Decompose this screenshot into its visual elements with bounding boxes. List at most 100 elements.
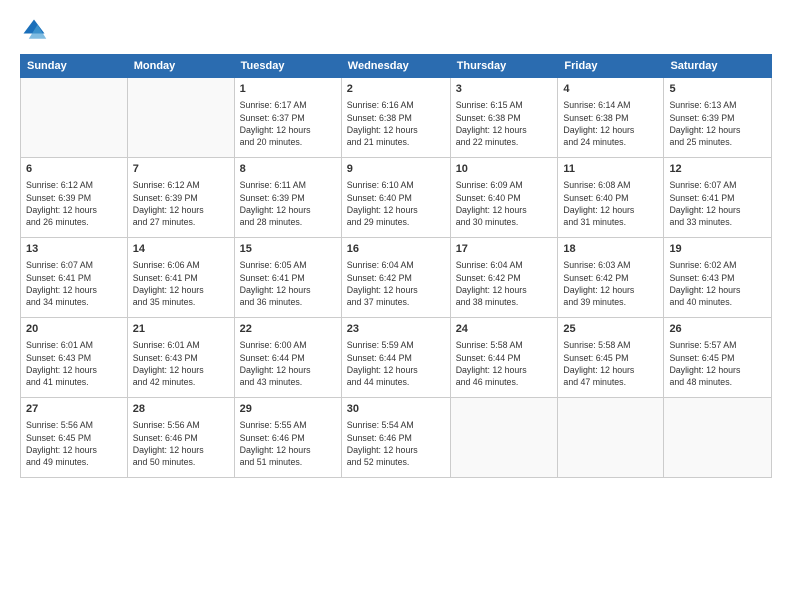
- day-number: 2: [347, 82, 445, 97]
- day-number: 18: [563, 242, 658, 257]
- day-number: 14: [133, 242, 229, 257]
- day-info: Sunrise: 6:09 AM Sunset: 6:40 PM Dayligh…: [456, 179, 553, 228]
- calendar-cell: 5 Sunrise: 6:13 AM Sunset: 6:39 PM Daylig…: [664, 78, 772, 158]
- calendar-cell: 6 Sunrise: 6:12 AM Sunset: 6:39 PM Daylig…: [21, 158, 128, 238]
- day-info: Sunrise: 5:56 AM Sunset: 6:45 PM Dayligh…: [26, 419, 122, 468]
- day-number: 10: [456, 162, 553, 177]
- day-info: Sunrise: 6:14 AM Sunset: 6:38 PM Dayligh…: [563, 99, 658, 148]
- calendar-header-wednesday: Wednesday: [341, 55, 450, 78]
- calendar-header-saturday: Saturday: [664, 55, 772, 78]
- page: SundayMondayTuesdayWednesdayThursdayFrid…: [0, 0, 792, 612]
- day-number: 3: [456, 82, 553, 97]
- calendar-cell: 19Sunrise: 6:02 AM Sunset: 6:43 PM Dayli…: [664, 238, 772, 318]
- day-info: Sunrise: 5:54 AM Sunset: 6:46 PM Dayligh…: [347, 419, 445, 468]
- day-info: Sunrise: 6:08 AM Sunset: 6:40 PM Dayligh…: [563, 179, 658, 228]
- day-number: 6: [26, 162, 122, 177]
- day-info: Sunrise: 6:03 AM Sunset: 6:42 PM Dayligh…: [563, 259, 658, 308]
- calendar-cell: 13Sunrise: 6:07 AM Sunset: 6:41 PM Dayli…: [21, 238, 128, 318]
- day-number: 16: [347, 242, 445, 257]
- calendar-cell: 25 Sunrise: 5:58 AM Sunset: 6:45 PM Dayli…: [558, 318, 664, 398]
- calendar-cell: 12 Sunrise: 6:07 AM Sunset: 6:41 PM Dayli…: [664, 158, 772, 238]
- calendar-cell: 7 Sunrise: 6:12 AM Sunset: 6:39 PM Daylig…: [127, 158, 234, 238]
- calendar-cell: 20 Sunrise: 6:01 AM Sunset: 6:43 PM Dayli…: [21, 318, 128, 398]
- day-info: Sunrise: 6:10 AM Sunset: 6:40 PM Dayligh…: [347, 179, 445, 228]
- calendar-cell: 9 Sunrise: 6:10 AM Sunset: 6:40 PM Daylig…: [341, 158, 450, 238]
- calendar-header-monday: Monday: [127, 55, 234, 78]
- calendar-cell: 11Sunrise: 6:08 AM Sunset: 6:40 PM Dayli…: [558, 158, 664, 238]
- day-number: 20: [26, 322, 122, 337]
- day-info: Sunrise: 6:00 AM Sunset: 6:44 PM Dayligh…: [240, 339, 336, 388]
- day-number: 17: [456, 242, 553, 257]
- calendar-cell: 21Sunrise: 6:01 AM Sunset: 6:43 PM Dayli…: [127, 318, 234, 398]
- calendar-table: SundayMondayTuesdayWednesdayThursdayFrid…: [20, 54, 772, 478]
- calendar-cell: 28 Sunrise: 5:56 AM Sunset: 6:46 PM Dayli…: [127, 398, 234, 478]
- day-number: 12: [669, 162, 766, 177]
- calendar-week-5: 27Sunrise: 5:56 AM Sunset: 6:45 PM Dayli…: [21, 398, 772, 478]
- day-info: Sunrise: 6:02 AM Sunset: 6:43 PM Dayligh…: [669, 259, 766, 308]
- day-info: Sunrise: 6:17 AM Sunset: 6:37 PM Dayligh…: [240, 99, 336, 148]
- calendar-cell: 18 Sunrise: 6:03 AM Sunset: 6:42 PM Dayli…: [558, 238, 664, 318]
- day-info: Sunrise: 5:57 AM Sunset: 6:45 PM Dayligh…: [669, 339, 766, 388]
- calendar-cell: 4 Sunrise: 6:14 AM Sunset: 6:38 PM Daylig…: [558, 78, 664, 158]
- calendar-week-2: 6 Sunrise: 6:12 AM Sunset: 6:39 PM Daylig…: [21, 158, 772, 238]
- calendar-header-tuesday: Tuesday: [234, 55, 341, 78]
- calendar-header-row: SundayMondayTuesdayWednesdayThursdayFrid…: [21, 55, 772, 78]
- day-number: 28: [133, 402, 229, 417]
- day-number: 30: [347, 402, 445, 417]
- day-info: Sunrise: 6:01 AM Sunset: 6:43 PM Dayligh…: [26, 339, 122, 388]
- day-info: Sunrise: 6:12 AM Sunset: 6:39 PM Dayligh…: [26, 179, 122, 228]
- day-number: 24: [456, 322, 553, 337]
- calendar-cell: [21, 78, 128, 158]
- calendar-cell: 3Sunrise: 6:15 AM Sunset: 6:38 PM Daylig…: [450, 78, 558, 158]
- day-info: Sunrise: 6:16 AM Sunset: 6:38 PM Dayligh…: [347, 99, 445, 148]
- day-info: Sunrise: 6:05 AM Sunset: 6:41 PM Dayligh…: [240, 259, 336, 308]
- calendar-cell: 8 Sunrise: 6:11 AM Sunset: 6:39 PM Daylig…: [234, 158, 341, 238]
- calendar-cell: 24 Sunrise: 5:58 AM Sunset: 6:44 PM Dayli…: [450, 318, 558, 398]
- calendar-header-thursday: Thursday: [450, 55, 558, 78]
- day-number: 4: [563, 82, 658, 97]
- calendar-cell: [664, 398, 772, 478]
- day-info: Sunrise: 6:04 AM Sunset: 6:42 PM Dayligh…: [347, 259, 445, 308]
- day-info: Sunrise: 5:56 AM Sunset: 6:46 PM Dayligh…: [133, 419, 229, 468]
- calendar-cell: 2 Sunrise: 6:16 AM Sunset: 6:38 PM Daylig…: [341, 78, 450, 158]
- calendar-week-1: 1Sunrise: 6:17 AM Sunset: 6:37 PM Daylig…: [21, 78, 772, 158]
- day-number: 5: [669, 82, 766, 97]
- calendar-week-4: 20 Sunrise: 6:01 AM Sunset: 6:43 PM Dayli…: [21, 318, 772, 398]
- calendar-cell: 23 Sunrise: 5:59 AM Sunset: 6:44 PM Dayli…: [341, 318, 450, 398]
- calendar-cell: 26 Sunrise: 5:57 AM Sunset: 6:45 PM Dayli…: [664, 318, 772, 398]
- day-info: Sunrise: 5:58 AM Sunset: 6:45 PM Dayligh…: [563, 339, 658, 388]
- day-info: Sunrise: 5:58 AM Sunset: 6:44 PM Dayligh…: [456, 339, 553, 388]
- calendar-cell: 15 Sunrise: 6:05 AM Sunset: 6:41 PM Dayli…: [234, 238, 341, 318]
- day-info: Sunrise: 6:07 AM Sunset: 6:41 PM Dayligh…: [26, 259, 122, 308]
- calendar-cell: 30 Sunrise: 5:54 AM Sunset: 6:46 PM Dayli…: [341, 398, 450, 478]
- calendar-cell: [127, 78, 234, 158]
- day-number: 22: [240, 322, 336, 337]
- day-info: Sunrise: 6:11 AM Sunset: 6:39 PM Dayligh…: [240, 179, 336, 228]
- day-number: 23: [347, 322, 445, 337]
- day-info: Sunrise: 6:13 AM Sunset: 6:39 PM Dayligh…: [669, 99, 766, 148]
- day-info: Sunrise: 5:59 AM Sunset: 6:44 PM Dayligh…: [347, 339, 445, 388]
- day-number: 25: [563, 322, 658, 337]
- header: [20, 16, 772, 44]
- calendar-cell: 14 Sunrise: 6:06 AM Sunset: 6:41 PM Dayli…: [127, 238, 234, 318]
- logo-icon: [20, 16, 48, 44]
- logo: [20, 16, 52, 44]
- day-info: Sunrise: 5:55 AM Sunset: 6:46 PM Dayligh…: [240, 419, 336, 468]
- day-number: 9: [347, 162, 445, 177]
- day-number: 26: [669, 322, 766, 337]
- calendar-cell: 16 Sunrise: 6:04 AM Sunset: 6:42 PM Dayli…: [341, 238, 450, 318]
- calendar-cell: 29 Sunrise: 5:55 AM Sunset: 6:46 PM Dayli…: [234, 398, 341, 478]
- day-info: Sunrise: 6:04 AM Sunset: 6:42 PM Dayligh…: [456, 259, 553, 308]
- day-number: 7: [133, 162, 229, 177]
- calendar-cell: 22 Sunrise: 6:00 AM Sunset: 6:44 PM Dayli…: [234, 318, 341, 398]
- day-number: 8: [240, 162, 336, 177]
- day-info: Sunrise: 6:07 AM Sunset: 6:41 PM Dayligh…: [669, 179, 766, 228]
- calendar-week-3: 13Sunrise: 6:07 AM Sunset: 6:41 PM Dayli…: [21, 238, 772, 318]
- day-info: Sunrise: 6:01 AM Sunset: 6:43 PM Dayligh…: [133, 339, 229, 388]
- day-info: Sunrise: 6:06 AM Sunset: 6:41 PM Dayligh…: [133, 259, 229, 308]
- day-info: Sunrise: 6:12 AM Sunset: 6:39 PM Dayligh…: [133, 179, 229, 228]
- calendar-cell: 1Sunrise: 6:17 AM Sunset: 6:37 PM Daylig…: [234, 78, 341, 158]
- day-number: 29: [240, 402, 336, 417]
- calendar-cell: 17 Sunrise: 6:04 AM Sunset: 6:42 PM Dayli…: [450, 238, 558, 318]
- day-number: 15: [240, 242, 336, 257]
